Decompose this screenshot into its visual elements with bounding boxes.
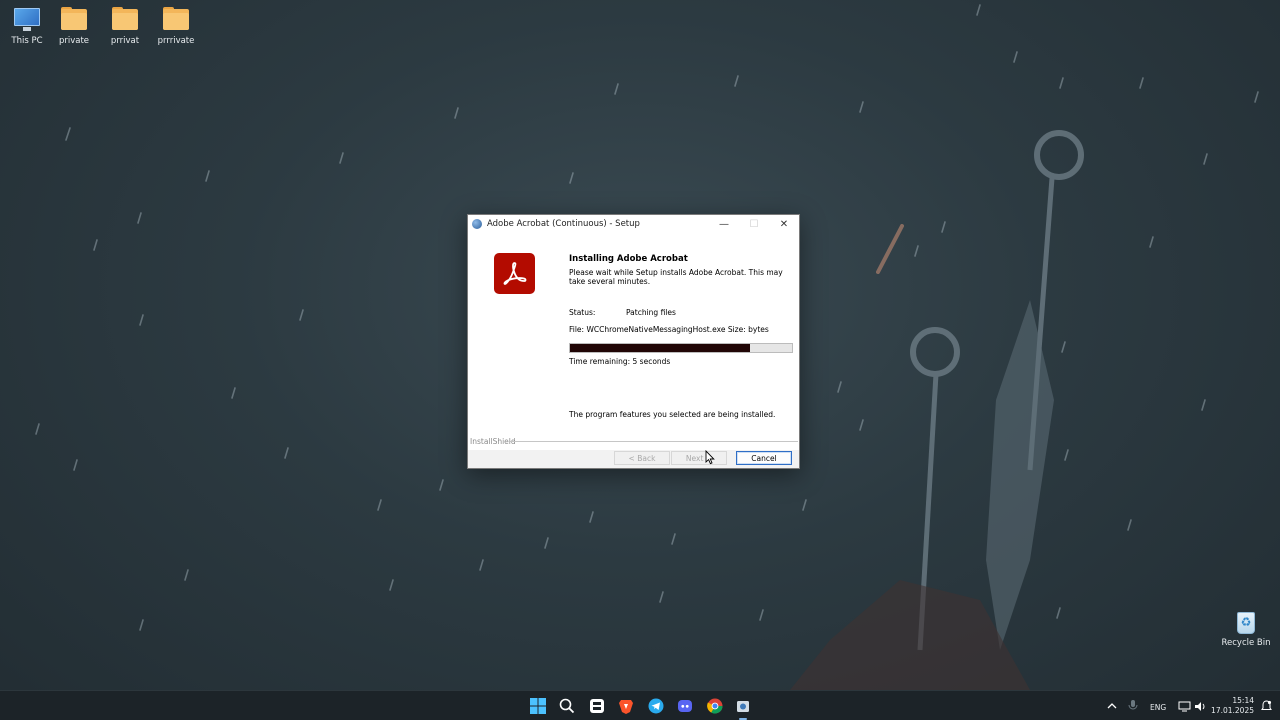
- status-label: Status:: [569, 308, 596, 317]
- computer-icon: [12, 6, 42, 32]
- close-button[interactable]: ✕: [769, 215, 799, 233]
- minimize-button[interactable]: —: [709, 215, 739, 233]
- desktop-icon-label: prrivat: [110, 36, 140, 46]
- task-view-icon[interactable]: [588, 697, 606, 715]
- progress-fill: [570, 344, 750, 352]
- recycle-bin-icon: ♻: [1231, 608, 1261, 634]
- folder-icon: [59, 6, 89, 32]
- cancel-button[interactable]: Cancel: [736, 451, 792, 465]
- desktop-icon-label: Recycle Bin: [1221, 638, 1271, 648]
- clock-time: 15:14: [1232, 696, 1254, 705]
- desktop-icon-private[interactable]: private: [47, 6, 101, 46]
- footer-divider: [510, 441, 798, 442]
- status-value: Patching files: [626, 308, 676, 317]
- volume-icon[interactable]: [1191, 697, 1209, 715]
- desktop-icon-this-pc[interactable]: This PC: [0, 6, 54, 46]
- setup-app-icon: [472, 219, 482, 229]
- folder-icon: [110, 6, 140, 32]
- install-description: Please wait while Setup installs Adobe A…: [569, 268, 783, 286]
- desktop-icon-prrivat[interactable]: prrivat: [98, 6, 152, 46]
- dialog-titlebar[interactable]: Adobe Acrobat (Continuous) - Setup — ☐ ✕: [468, 215, 799, 233]
- time-remaining: Time remaining: 5 seconds: [569, 357, 671, 366]
- next-button: Next >: [671, 451, 727, 465]
- file-info: File: WCChromeNativeMessagingHost.exe Si…: [569, 325, 769, 334]
- taskbar: ENG 15:14 17.01.2025: [0, 690, 1280, 720]
- brave-icon[interactable]: [617, 697, 635, 715]
- setup-dialog: Adobe Acrobat (Continuous) - Setup — ☐ ✕…: [467, 214, 800, 469]
- desktop-icon-recycle-bin[interactable]: ♻ Recycle Bin: [1218, 608, 1274, 648]
- desktop-icon-label: prrrivate: [157, 36, 195, 46]
- chrome-icon[interactable]: [706, 697, 724, 715]
- folder-icon: [161, 6, 191, 32]
- maximize-button: ☐: [749, 218, 759, 230]
- dialog-title: Adobe Acrobat (Continuous) - Setup: [487, 219, 640, 229]
- system-clock[interactable]: 15:14 17.01.2025: [1211, 696, 1254, 716]
- mouse-cursor-icon: [705, 450, 715, 465]
- show-hidden-icons-icon[interactable]: [1103, 697, 1121, 715]
- desktop-icon-label: This PC: [11, 36, 43, 46]
- install-progress-bar: [569, 343, 793, 353]
- features-message: The program features you selected are be…: [569, 410, 776, 419]
- desktop-icon-prrrivate[interactable]: prrrivate: [149, 6, 203, 46]
- notifications-icon[interactable]: [1257, 697, 1275, 715]
- telegram-icon[interactable]: [647, 697, 665, 715]
- back-button: < Back: [614, 451, 670, 465]
- install-heading: Installing Adobe Acrobat: [569, 254, 688, 264]
- desktop-icon-label: private: [58, 36, 90, 46]
- dialog-content: Installing Adobe Acrobat Please wait whi…: [468, 233, 799, 450]
- search-icon[interactable]: [558, 697, 576, 715]
- start-icon[interactable]: [529, 697, 547, 715]
- installshield-label: InstallShield: [470, 437, 516, 446]
- microphone-icon[interactable]: [1124, 697, 1142, 715]
- acrobat-logo-icon: [494, 253, 535, 294]
- discord-icon[interactable]: [676, 697, 694, 715]
- setup-icon[interactable]: [734, 697, 752, 720]
- language-indicator[interactable]: ENG: [1150, 703, 1166, 712]
- clock-date: 17.01.2025: [1211, 706, 1254, 715]
